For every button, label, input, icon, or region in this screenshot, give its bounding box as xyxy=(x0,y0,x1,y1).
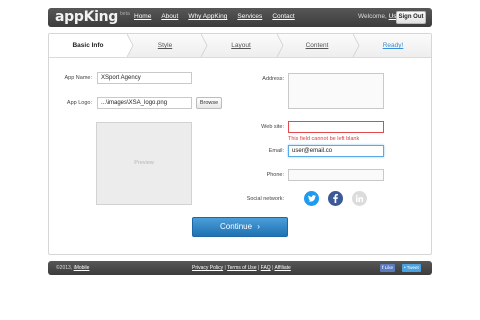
affiliate-link[interactable]: Affiliate xyxy=(275,265,291,271)
step-style[interactable]: Style xyxy=(129,34,201,57)
terms-of-use-link[interactable]: Terms of Use xyxy=(227,265,256,271)
copyright-text: ©2013, xyxy=(56,265,73,271)
step-arrow-icon xyxy=(353,34,360,57)
twitter-icon[interactable] xyxy=(304,191,319,206)
website-label: Web site: xyxy=(261,124,284,130)
email-input[interactable]: user@email.co xyxy=(288,145,384,157)
logo-text: appKing xyxy=(55,9,119,25)
tweet-button[interactable]: • Tweet xyxy=(402,264,421,272)
nav-about-link[interactable]: About xyxy=(161,13,178,20)
address-textarea[interactable] xyxy=(288,73,384,109)
tweet-label: Tweet xyxy=(406,265,419,270)
twitter-small-icon: • xyxy=(404,265,406,270)
like-label: Like xyxy=(384,265,394,270)
sign-out-button[interactable]: Sign Out xyxy=(396,11,426,24)
facebook-icon[interactable] xyxy=(328,191,343,206)
linkedin-icon[interactable] xyxy=(352,191,367,206)
step-content[interactable]: Content xyxy=(281,34,353,57)
continue-label: Continue xyxy=(220,222,253,231)
step-basic-info[interactable]: Basic Info xyxy=(49,34,127,57)
app-name-label: App Name: xyxy=(64,75,92,81)
social-network-label: Social network: xyxy=(246,196,284,202)
app-logo-label: App Logo: xyxy=(66,100,92,106)
nav-contact-link[interactable]: Contact xyxy=(272,13,294,20)
nav-services-link[interactable]: Services xyxy=(237,13,262,20)
phone-input[interactable] xyxy=(288,169,384,181)
faq-link[interactable]: FAQ xyxy=(261,265,271,271)
appking-logo[interactable]: appKing beta xyxy=(55,10,130,25)
app-logo-path-input[interactable]: ...\images\XSA_logo.png xyxy=(97,97,192,109)
step-layout[interactable]: Layout xyxy=(205,34,277,57)
welcome-prefix: Welcome, xyxy=(358,13,387,20)
phone-label: Phone: xyxy=(266,172,284,178)
logo-preview: Preview xyxy=(96,122,192,205)
nav-why-appking-link[interactable]: Why AppKing xyxy=(188,13,227,20)
browse-button[interactable]: Browse xyxy=(196,97,222,109)
continue-button[interactable]: Continue › xyxy=(192,217,288,237)
main-nav: Home About Why AppKing Services Contact xyxy=(134,13,295,20)
app-name-input[interactable]: XSport Agency xyxy=(97,72,192,84)
copyright: ©2013, iMobile xyxy=(56,265,89,271)
privacy-policy-link[interactable]: Privacy Policy xyxy=(192,265,223,271)
step-arrow-icon xyxy=(127,34,134,57)
website-input[interactable] xyxy=(288,121,384,133)
website-error-message: This field cannot be left blank xyxy=(288,136,360,142)
step-ready[interactable]: Ready! xyxy=(357,34,429,57)
facebook-small-icon: f xyxy=(382,265,384,270)
footer-bar: ©2013, iMobile Privacy Policy | Terms of… xyxy=(48,261,432,275)
step-arrow-icon xyxy=(277,34,284,57)
facebook-like-button[interactable]: f Like xyxy=(380,264,396,272)
address-label: Address: xyxy=(262,76,284,82)
top-navigation-bar: appKing beta Home About Why AppKing Serv… xyxy=(48,8,432,27)
chevron-right-icon: › xyxy=(257,222,260,231)
step-arrow-icon xyxy=(201,34,208,57)
wizard-steps: Basic Info Style Layout Content Ready! xyxy=(49,34,431,58)
company-link[interactable]: iMobile xyxy=(74,265,90,271)
nav-home-link[interactable]: Home xyxy=(134,13,151,20)
email-label: Email: xyxy=(268,148,284,154)
logo-badge: beta xyxy=(120,11,130,17)
footer-links: Privacy Policy | Terms of Use | FAQ | Af… xyxy=(192,265,291,271)
